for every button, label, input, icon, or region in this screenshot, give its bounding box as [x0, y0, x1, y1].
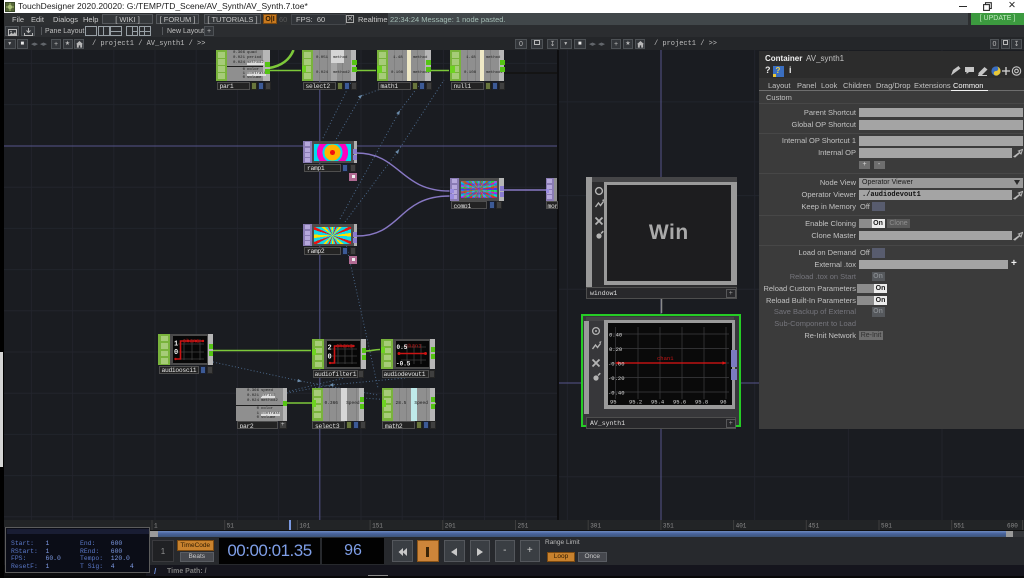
- svg-text:600: 600: [1007, 523, 1018, 530]
- svg-text:-0.40: -0.40: [608, 390, 625, 397]
- svg-text:201: 201: [445, 523, 456, 530]
- svg-text:501: 501: [881, 523, 892, 530]
- svg-text:451: 451: [808, 523, 819, 530]
- svg-text:95: 95: [610, 399, 617, 406]
- svg-text:551: 551: [954, 523, 965, 530]
- svg-text:0.5: 0.5: [396, 344, 407, 351]
- svg-text:-0.20: -0.20: [608, 375, 625, 382]
- svg-text:95.4: 95.4: [651, 399, 665, 406]
- svg-text:96: 96: [720, 399, 727, 406]
- svg-text:1: 1: [174, 341, 178, 349]
- svg-text:251: 251: [518, 523, 529, 530]
- svg-text:-0.00: -0.00: [608, 361, 625, 368]
- svg-text:401: 401: [736, 523, 747, 530]
- svg-text:0: 0: [327, 354, 331, 362]
- svg-text:0: 0: [174, 349, 178, 357]
- svg-text:0.20: 0.20: [609, 346, 622, 353]
- svg-text:0.40: 0.40: [609, 332, 622, 339]
- svg-text:95.2: 95.2: [629, 399, 642, 406]
- svg-text:chan1: chan1: [405, 343, 422, 350]
- svg-text:chan1: chan1: [657, 355, 674, 362]
- svg-text:95.8: 95.8: [695, 399, 708, 406]
- svg-text:chan1: chan1: [336, 343, 353, 350]
- svg-text:chan1: chan1: [183, 338, 200, 345]
- svg-text:351: 351: [663, 523, 674, 530]
- svg-text:1: 1: [154, 523, 158, 530]
- svg-text:101: 101: [299, 523, 310, 530]
- svg-text:-0.5: -0.5: [396, 361, 411, 367]
- svg-text:2: 2: [327, 345, 331, 353]
- svg-text:95.6: 95.6: [673, 399, 686, 406]
- svg-text:151: 151: [372, 523, 383, 530]
- svg-text:301: 301: [590, 523, 601, 530]
- svg-text:51: 51: [227, 523, 235, 530]
